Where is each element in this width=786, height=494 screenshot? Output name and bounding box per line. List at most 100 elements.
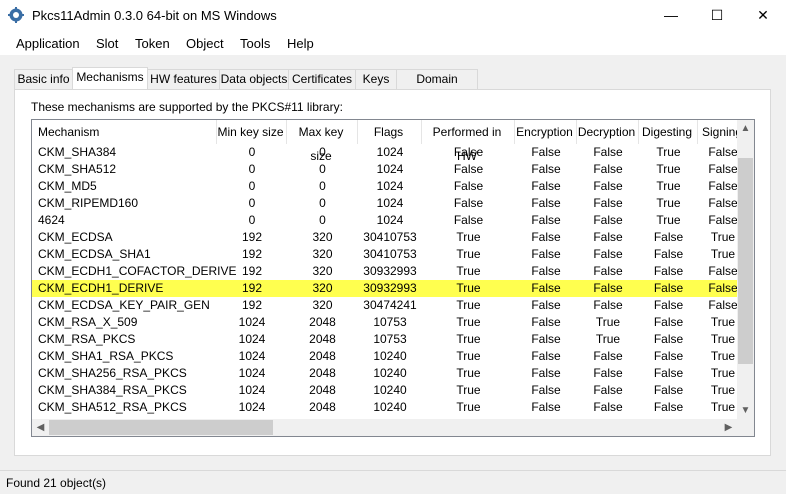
cell-mechanism: CKM_ECDSA_SHA1: [38, 247, 151, 261]
scroll-right-icon[interactable]: ▶: [720, 419, 737, 436]
close-button[interactable]: ✕: [740, 0, 786, 31]
vertical-scrollbar[interactable]: ▲ ▼: [737, 120, 754, 419]
table-row[interactable]: CKM_SHA512_RSA_PKCS 1024 2048 10240 True Fals…: [32, 399, 737, 416]
cell-flags: 1024: [376, 196, 404, 210]
cell-mechanism: CKM_SHA512_RSA_PKCS: [38, 400, 187, 414]
table-row[interactable]: CKM_ECDSA 192 320 30410753 True False False Fal…: [32, 229, 737, 246]
cell-mechanism: CKM_RIPEMD160: [38, 196, 139, 210]
scrollbar-corner: [737, 419, 754, 436]
cell-mechanism: CKM_SHA512: [38, 162, 117, 176]
scroll-up-icon[interactable]: ▲: [737, 120, 754, 137]
cell-max-key-size: 0: [319, 196, 326, 210]
cell-min-key-size: 0: [248, 213, 256, 227]
cell-max-key-size: 320: [312, 247, 333, 261]
column-header-decryption[interactable]: Decryption: [577, 120, 639, 144]
tab-data-objects[interactable]: Data objects: [219, 69, 289, 89]
table-row[interactable]: CKM_ECDH1_DERIVE 192 320 30932993 True False F…: [32, 280, 738, 297]
column-header-mechanism[interactable]: Mechanism: [32, 120, 217, 144]
cell-max-key-size: 2048: [309, 383, 336, 397]
tab-mechanisms[interactable]: Mechanisms: [72, 67, 148, 90]
cell-digesting: True: [656, 145, 681, 159]
cell-digesting: True: [656, 213, 681, 227]
cell-performed-in-hw: True: [456, 400, 481, 414]
column-header-min-key-size[interactable]: Min key size: [217, 120, 287, 144]
column-header-flags[interactable]: Flags: [358, 120, 422, 144]
cell-flags: 30474241: [363, 298, 417, 312]
cell-max-key-size: 0: [319, 213, 326, 227]
minimize-button[interactable]: —: [648, 0, 694, 31]
cell-min-key-size: 1024: [238, 400, 266, 414]
cell-performed-in-hw: True: [456, 349, 481, 363]
table-row[interactable]: CKM_RIPEMD160 0 0 1024 False False False True Fa…: [32, 195, 738, 212]
cell-encryption: False: [531, 230, 561, 244]
table-row[interactable]: CKM_SHA256_RSA_PKCS 1024 2048 10240 True Fals…: [32, 365, 737, 382]
scroll-down-icon[interactable]: ▼: [737, 402, 754, 419]
column-header-digesting[interactable]: Digesting: [639, 120, 698, 144]
menu-tools[interactable]: Tools: [240, 36, 270, 51]
cell-decryption: False: [593, 264, 623, 278]
cell-min-key-size: 192: [241, 247, 263, 261]
cell-max-key-size: 2048: [309, 315, 336, 329]
cell-max-key-size: 320: [312, 230, 333, 244]
cell-digesting: False: [653, 349, 684, 363]
cell-mechanism: CKM_MD5: [38, 179, 97, 193]
cell-max-key-size: 0: [319, 145, 326, 159]
table-row[interactable]: CKM_ECDH1_COFACTOR_DERIVE 192 320 30932993 T…: [32, 263, 738, 280]
cell-min-key-size: 0: [248, 145, 256, 159]
vertical-scroll-thumb[interactable]: [738, 158, 753, 364]
table-row[interactable]: 4624 0 0 1024 False False False True False: [32, 212, 738, 229]
table-row[interactable]: CKM_SHA384 0 0 1024 False False False True False: [32, 144, 738, 161]
cell-flags: 10240: [373, 383, 407, 397]
column-header-max-key-size[interactable]: Max key size: [287, 120, 358, 163]
cell-encryption: False: [531, 349, 561, 363]
column-header-encryption[interactable]: Encryption: [515, 120, 577, 144]
tab-domain-params[interactable]: Domain params: [396, 69, 478, 105]
cell-max-key-size: 2048: [309, 366, 336, 380]
horizontal-scroll-thumb[interactable]: [49, 420, 273, 435]
table-row[interactable]: CKM_MD5 0 0 1024 False False False True False: [32, 178, 738, 195]
table-row[interactable]: CKM_ECDSA_KEY_PAIR_GEN 192 320 30474241 True…: [32, 297, 738, 314]
mechanisms-caption: These mechanisms are supported by the PK…: [31, 100, 343, 114]
table-row[interactable]: CKM_RSA_X_509 1024 2048 10753 True False True F…: [32, 314, 737, 331]
tab-keys[interactable]: Keys: [355, 69, 397, 89]
cell-mechanism: CKM_ECDH1_DERIVE: [38, 281, 164, 295]
cell-performed-in-hw: False: [453, 213, 484, 227]
tab-hw-features[interactable]: HW features: [147, 69, 220, 89]
cell-max-key-size: 0: [319, 162, 326, 176]
cell-flags: 10240: [373, 366, 407, 380]
menu-help[interactable]: Help: [287, 36, 314, 51]
table-row[interactable]: CKM_SHA512 0 0 1024 False False False True False: [32, 161, 738, 178]
menu-slot[interactable]: Slot: [96, 36, 118, 51]
scroll-left-icon[interactable]: ◀: [32, 419, 49, 436]
tab-basic-info[interactable]: Basic info: [14, 69, 73, 89]
cell-encryption: False: [531, 315, 561, 329]
cell-flags: 1024: [376, 179, 404, 193]
menu-token[interactable]: Token: [135, 36, 170, 51]
cell-mechanism: 4624: [38, 213, 65, 227]
cell-mechanism: CKM_SHA384_RSA_PKCS: [38, 383, 187, 397]
cell-encryption: False: [531, 247, 561, 261]
cell-flags: 30932993: [363, 264, 417, 278]
cell-min-key-size: 192: [241, 264, 263, 278]
cell-min-key-size: 1024: [238, 349, 266, 363]
cell-min-key-size: 1024: [238, 315, 266, 329]
status-bar: Found 21 object(s): [0, 470, 786, 494]
mechanisms-panel: These mechanisms are supported by the PK…: [14, 89, 771, 456]
maximize-button[interactable]: ☐: [694, 0, 740, 31]
menu-application[interactable]: Application: [16, 36, 80, 51]
table-row[interactable]: CKM_SHA1_RSA_PKCS 1024 2048 10240 True False F…: [32, 348, 737, 365]
title-bar: Pkcs11Admin 0.3.0 64-bit on MS Windows —…: [0, 0, 786, 32]
cell-digesting: False: [653, 383, 684, 397]
cell-mechanism: CKM_ECDH1_COFACTOR_DERIVE: [38, 264, 237, 278]
table-row[interactable]: CKM_SHA384_RSA_PKCS 1024 2048 10240 True Fals…: [32, 382, 737, 399]
mechanisms-list[interactable]: Mechanism Min key size Max key size Flag…: [31, 119, 755, 437]
cell-decryption: False: [593, 383, 623, 397]
menu-object[interactable]: Object: [186, 36, 224, 51]
cell-max-key-size: 2048: [309, 400, 336, 414]
table-row[interactable]: CKM_ECDSA_SHA1 192 320 30410753 True False Fal…: [32, 246, 737, 263]
horizontal-scrollbar[interactable]: ◀ ▶: [32, 419, 737, 436]
cell-min-key-size: 1024: [238, 366, 266, 380]
table-row[interactable]: CKM_RSA_PKCS 1024 2048 10753 True False True Fa…: [32, 331, 737, 348]
column-header-performed-in-hw[interactable]: Performed in HW: [422, 120, 515, 163]
tab-certificates[interactable]: Certificates: [288, 69, 356, 89]
